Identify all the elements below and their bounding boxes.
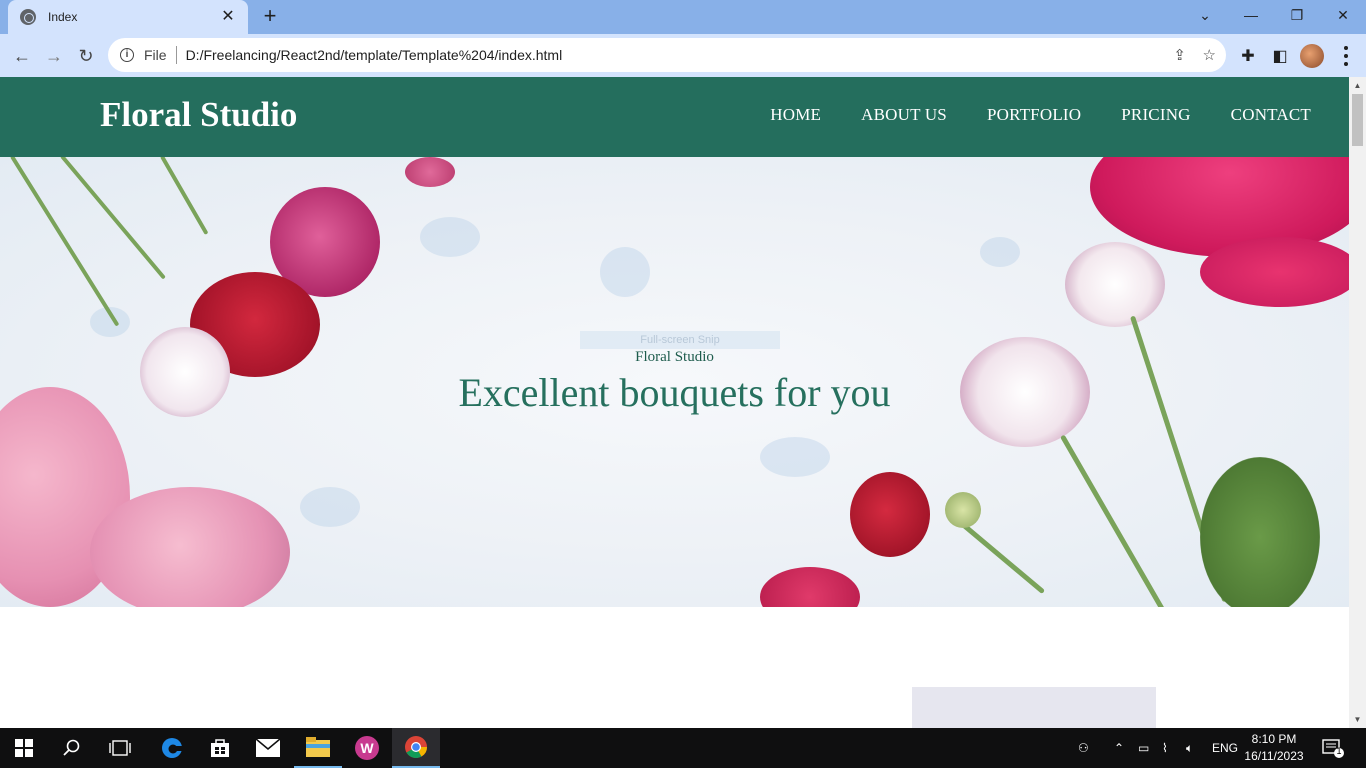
- windows-icon[interactable]: [0, 728, 48, 768]
- page-viewport: Floral Studio HOME ABOUT US PORTFOLIO PR…: [0, 77, 1349, 728]
- volume-icon[interactable]: 🔈︎: [1186, 728, 1193, 768]
- site-brand[interactable]: Floral Studio: [100, 95, 297, 135]
- clock-date: 16/11/2023: [1244, 749, 1304, 763]
- taskview-icon[interactable]: [96, 728, 144, 768]
- kebab-icon[interactable]: [1342, 46, 1350, 66]
- site-header: Floral Studio HOME ABOUT US PORTFOLIO PR…: [0, 77, 1349, 157]
- tab-search-icon[interactable]: ⌄: [1182, 0, 1228, 30]
- scroll-up-icon[interactable]: ▲: [1349, 77, 1366, 94]
- browser-toolbar: ← → ↻ i File D:/Freelancing/React2nd/tem…: [0, 34, 1366, 77]
- window-close-icon[interactable]: ✕: [1320, 0, 1366, 30]
- close-icon[interactable]: ✕: [218, 7, 238, 27]
- scrollbar-thumb[interactable]: [1352, 94, 1363, 146]
- scroll-down-icon[interactable]: ▼: [1349, 711, 1366, 728]
- edge-icon[interactable]: [148, 728, 196, 768]
- window-controls: ⌄ — ❐ ✕: [1182, 0, 1366, 30]
- nav-contact[interactable]: CONTACT: [1231, 105, 1311, 125]
- restore-icon[interactable]: ❐: [1274, 0, 1320, 30]
- chevron-up-icon[interactable]: ⌃: [1114, 728, 1124, 768]
- back-icon[interactable]: ←: [8, 42, 36, 70]
- system-clock[interactable]: 8:10 PM 16/11/2023: [1236, 731, 1312, 765]
- minimize-icon[interactable]: —: [1228, 0, 1274, 30]
- network-icon[interactable]: ⌇: [1162, 728, 1168, 768]
- mail-icon[interactable]: [244, 728, 292, 768]
- hero-subtitle: Floral Studio: [635, 349, 714, 365]
- tab-title: Index: [48, 10, 78, 24]
- hero-banner: Full-screen Snip Floral Studio Excellent…: [0, 157, 1349, 607]
- plus-icon[interactable]: +: [258, 5, 282, 29]
- snip-overlay-label: Full-screen Snip: [580, 331, 780, 349]
- main-nav: HOME ABOUT US PORTFOLIO PRICING CONTACT: [770, 105, 1311, 125]
- explorer-icon[interactable]: [294, 728, 342, 768]
- notification-count: 1: [1336, 746, 1342, 756]
- people-icon[interactable]: ⚇: [1078, 728, 1089, 768]
- notification-icon[interactable]: 1: [1322, 738, 1344, 758]
- battery-icon[interactable]: ▭: [1138, 728, 1149, 768]
- hero-title: Excellent bouquets for you: [458, 370, 891, 415]
- nav-home[interactable]: HOME: [770, 105, 821, 125]
- address-bar[interactable]: i File D:/Freelancing/React2nd/template/…: [108, 38, 1226, 72]
- nav-about-us[interactable]: ABOUT US: [861, 105, 947, 125]
- star-icon[interactable]: ☆: [1203, 46, 1216, 64]
- share-icon[interactable]: ⇪: [1173, 46, 1186, 64]
- language-indicator[interactable]: ENG: [1212, 728, 1238, 768]
- search-icon[interactable]: [48, 728, 96, 768]
- puzzle-icon[interactable]: ✚: [1236, 44, 1260, 68]
- sidepanel-icon[interactable]: ◧: [1268, 44, 1292, 68]
- windows-taskbar: W ⚇ ⌃ ▭ ⌇ 🔈︎ ENG 8:10 PM 16/11/2023 1: [0, 728, 1366, 768]
- omnibox-label: File: [144, 47, 167, 63]
- reload-icon[interactable]: ↻: [72, 42, 100, 70]
- content-image-placeholder: [912, 687, 1156, 728]
- browser-window: Index ✕ + ⌄ — ❐ ✕ ← → ↻ i File D:/Freela…: [0, 0, 1366, 77]
- url-text[interactable]: D:/Freelancing/React2nd/template/Templat…: [186, 47, 563, 63]
- avatar[interactable]: [1300, 44, 1324, 68]
- globe-icon: [20, 9, 36, 25]
- svg-text:W: W: [360, 740, 374, 756]
- info-icon[interactable]: i: [120, 48, 134, 62]
- omnibox-divider: [175, 46, 177, 64]
- nav-pricing[interactable]: PRICING: [1121, 105, 1190, 125]
- forward-icon[interactable]: →: [40, 42, 68, 70]
- nav-portfolio[interactable]: PORTFOLIO: [987, 105, 1081, 125]
- store-icon[interactable]: [196, 728, 244, 768]
- page-scrollbar[interactable]: ▲ ▼: [1349, 77, 1366, 728]
- chrome-icon[interactable]: [392, 728, 440, 768]
- clock-time: 8:10 PM: [1251, 732, 1297, 746]
- wps-icon[interactable]: W: [343, 728, 391, 768]
- tab-strip: Index ✕ + ⌄ — ❐ ✕: [0, 0, 1366, 34]
- tab-index[interactable]: Index ✕: [8, 0, 248, 34]
